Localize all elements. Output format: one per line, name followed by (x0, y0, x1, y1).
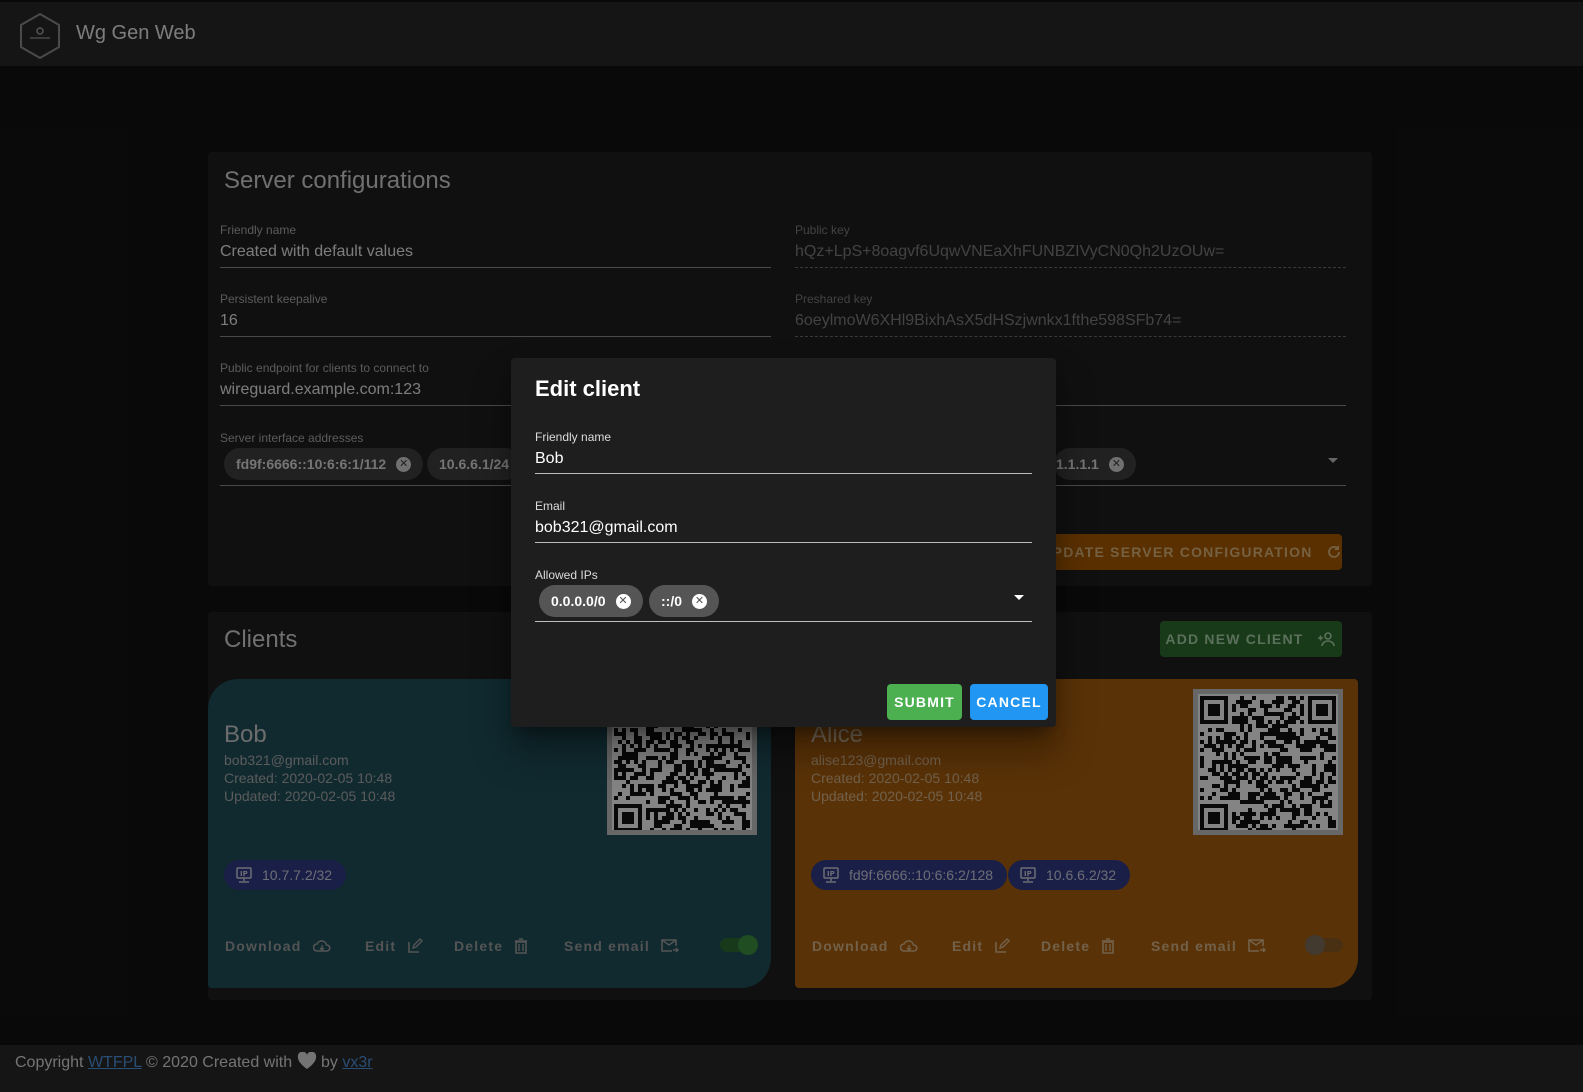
client-friendly-name-field[interactable]: Friendly name Bob (535, 430, 1032, 474)
friendly-name-input[interactable]: Bob (535, 450, 1032, 468)
chevron-down-icon[interactable] (1014, 595, 1024, 600)
close-circle-icon[interactable]: ✕ (615, 593, 631, 609)
dialog-title: Edit client (535, 376, 641, 401)
field-label: Email (535, 499, 566, 513)
email-input[interactable]: bob321@gmail.com (535, 519, 1032, 537)
field-label: Allowed IPs (535, 568, 598, 582)
submit-button[interactable]: Submit (887, 684, 962, 720)
edit-client-dialog: Edit client Friendly name Bob Email bob3… (511, 358, 1056, 727)
field-label: Friendly name (535, 430, 612, 444)
allowed-ip-chip[interactable]: ::/0 ✕ (649, 585, 719, 617)
client-email-field[interactable]: Email bob321@gmail.com (535, 499, 1032, 543)
cancel-button[interactable]: Cancel (970, 684, 1048, 720)
allowed-ip-chip[interactable]: 0.0.0.0/0 ✕ (539, 585, 643, 617)
close-circle-icon[interactable]: ✕ (692, 593, 707, 609)
